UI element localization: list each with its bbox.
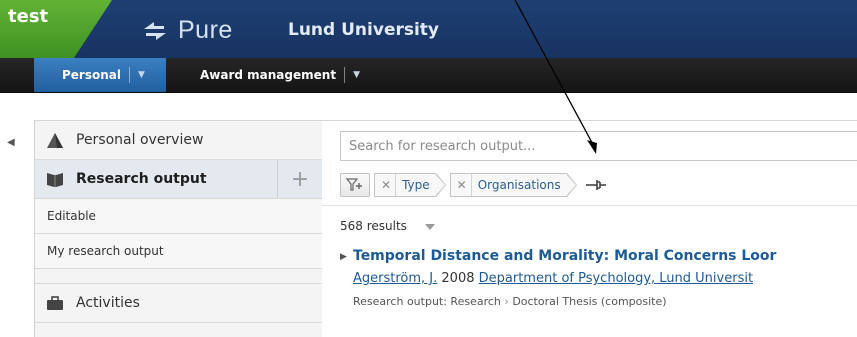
menu-separator (129, 67, 130, 83)
overview-icon (47, 133, 63, 148)
book-icon (47, 173, 63, 187)
sidebar-subitem-my-research-output[interactable]: My research output (35, 234, 322, 269)
add-research-output-button[interactable]: + (277, 160, 322, 198)
close-icon[interactable]: ✕ (451, 174, 472, 196)
divider (322, 205, 857, 206)
pin-icon[interactable] (585, 178, 607, 192)
menu-separator (344, 67, 346, 83)
plus-icon: + (290, 166, 310, 192)
sidebar-item-personal-overview[interactable]: Personal overview (35, 121, 322, 160)
pure-logo[interactable]: Pure (140, 16, 233, 45)
sidebar-item-activities[interactable]: Activities (35, 284, 322, 323)
result-title-link[interactable]: Temporal Distance and Morality: Moral Co… (353, 248, 776, 264)
chevron-down-icon[interactable]: ▼ (138, 70, 145, 80)
result-year: 2008 (441, 271, 475, 286)
logo-text: Pure (178, 16, 233, 44)
top-header-bar: test Pure Lund University (0, 0, 857, 58)
sidebar: Personal overview Research output + Edit… (34, 120, 323, 337)
chip-arrow (565, 173, 577, 197)
results-count: 568 results (340, 219, 407, 233)
author-link[interactable]: Agerström, J. (353, 271, 437, 286)
result-type-suffix: Doctoral Thesis (composite) (512, 295, 667, 308)
main-menu-bar: Personal ▼ Award management ▼ (0, 58, 857, 93)
menu-award-management[interactable]: Award management ▼ (182, 58, 396, 92)
main-content: ✕ Type ✕ Organisations 568 results ▶ Tem… (322, 120, 857, 337)
sort-dropdown-icon[interactable] (425, 224, 435, 230)
collapse-sidebar-icon[interactable]: ◀ (7, 137, 15, 148)
add-filter-button[interactable] (340, 173, 370, 197)
organisation-name: Lund University (288, 20, 440, 40)
close-icon[interactable]: ✕ (375, 174, 397, 196)
sidebar-item-research-output[interactable]: Research output + (35, 160, 322, 199)
briefcase-icon (47, 296, 63, 310)
organisation-link[interactable]: Department of Psychology, Lund Universit (479, 271, 753, 286)
search-input[interactable] (340, 131, 857, 161)
breadcrumb-separator: › (504, 295, 509, 308)
filter-chip-organisations[interactable]: ✕ Organisations (449, 173, 567, 197)
filter-plus-icon (346, 178, 362, 191)
sidebar-subitem-editable[interactable]: Editable (35, 199, 322, 234)
sidebar-item-label: Research output (76, 171, 207, 187)
filter-chip-label: Organisations (477, 178, 561, 192)
environment-label: test (8, 6, 49, 27)
menu-personal-label: Personal (62, 68, 121, 82)
sidebar-item-label: Personal overview (76, 132, 204, 148)
pure-logo-icon (144, 21, 166, 40)
expand-triangle-icon[interactable]: ▶ (340, 252, 347, 262)
chevron-down-icon[interactable]: ▼ (353, 70, 360, 80)
result-type-prefix: Research output: Research (353, 295, 501, 308)
sidebar-item-label: Activities (76, 295, 140, 311)
filter-chip-label: Type (402, 178, 430, 192)
sidebar-spacer (35, 269, 322, 284)
result-type: Research output: Research › Doctoral The… (353, 295, 667, 308)
result-authors: Agerström, J. 2008 Department of Psychol… (353, 271, 753, 286)
filter-bar: ✕ Type ✕ Organisations (340, 173, 607, 197)
filter-chip-type[interactable]: ✕ Type (374, 173, 436, 197)
menu-personal[interactable]: Personal ▼ (34, 58, 166, 92)
chip-arrow (434, 173, 446, 197)
menu-award-label: Award management (200, 68, 337, 82)
